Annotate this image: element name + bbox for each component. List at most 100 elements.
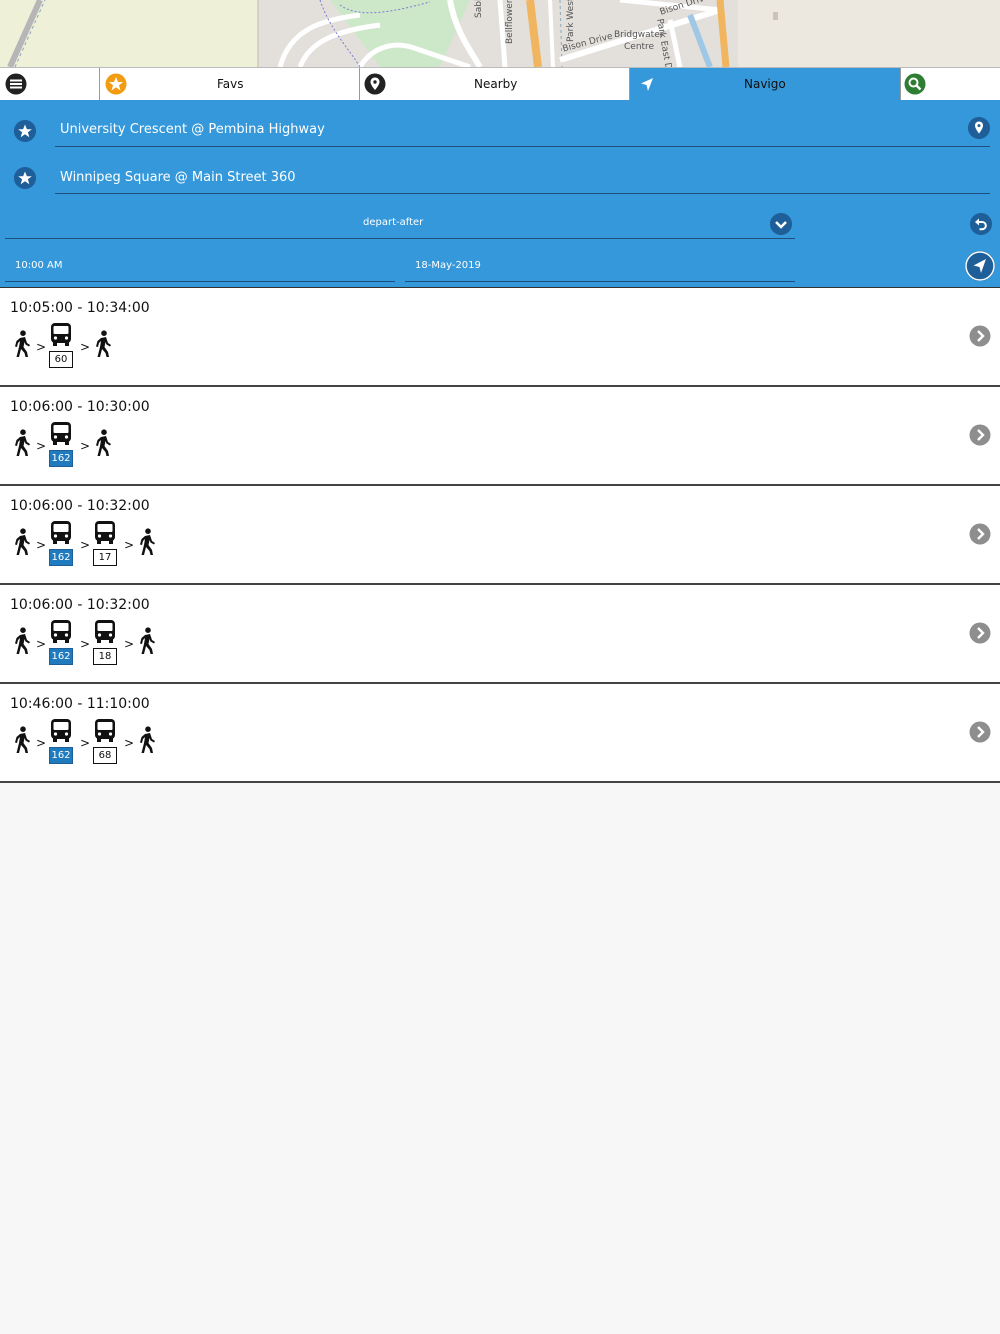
map-label-sable: Sable bbox=[474, 0, 484, 18]
walk-icon bbox=[15, 528, 30, 555]
search-button[interactable] bbox=[901, 68, 1000, 100]
route-number-badge: 162 bbox=[49, 450, 73, 467]
leg-separator: > bbox=[80, 736, 91, 750]
walk-icon bbox=[15, 627, 30, 654]
tab-favs[interactable]: Favs bbox=[100, 68, 360, 100]
leg-separator: > bbox=[36, 637, 47, 651]
chevron-right-icon[interactable] bbox=[969, 325, 991, 347]
trip-result-row[interactable]: 10:06:00 - 10:30:00 >162 > bbox=[0, 387, 1000, 486]
bus-leg: 68 bbox=[93, 718, 119, 768]
walk-icon bbox=[15, 429, 30, 456]
bus-icon bbox=[51, 719, 71, 742]
walk-icon bbox=[15, 726, 30, 753]
trip-results-list: 10:05:00 - 10:34:00 >60 > 10:06:00 - 10:30:… bbox=[0, 288, 1000, 783]
route-number-badge: 17 bbox=[93, 549, 117, 566]
bus-leg: 162 bbox=[49, 520, 75, 570]
chevron-right-icon[interactable] bbox=[969, 622, 991, 644]
date-value: 18-May-2019 bbox=[415, 260, 481, 271]
walk-segment bbox=[137, 520, 159, 570]
bus-icon bbox=[51, 620, 71, 643]
trip-time-range: 10:46:00 - 11:10:00 bbox=[10, 696, 150, 712]
tab-navigo-label: Navigo bbox=[744, 77, 786, 91]
navigation-arrow-icon bbox=[641, 78, 653, 91]
map-label-centre: Centre bbox=[624, 42, 655, 52]
trip-time-range: 10:06:00 - 10:30:00 bbox=[10, 399, 150, 415]
menu-button[interactable] bbox=[0, 68, 100, 100]
walk-icon bbox=[140, 726, 155, 753]
trip-time-range: 10:06:00 - 10:32:00 bbox=[10, 498, 150, 514]
walk-icon bbox=[96, 330, 111, 357]
leg-separator: > bbox=[124, 538, 135, 552]
bus-icon bbox=[51, 521, 71, 544]
walk-icon bbox=[96, 429, 111, 456]
bus-leg: 162 bbox=[49, 619, 75, 669]
reset-undo-icon[interactable] bbox=[970, 213, 992, 235]
leg-separator: > bbox=[36, 538, 47, 552]
bus-icon bbox=[95, 719, 115, 742]
date-field[interactable]: 18-May-2019 bbox=[405, 251, 795, 282]
map-pin-icon[interactable] bbox=[968, 117, 990, 139]
leg-separator: > bbox=[36, 736, 47, 750]
leg-separator: > bbox=[80, 637, 91, 651]
chevron-right-icon[interactable] bbox=[969, 523, 991, 545]
chevron-right-icon[interactable] bbox=[969, 721, 991, 743]
leg-separator: > bbox=[80, 538, 91, 552]
walk-icon bbox=[140, 528, 155, 555]
tab-nearby-label: Nearby bbox=[474, 77, 518, 91]
route-number-badge: 18 bbox=[93, 648, 117, 665]
walk-segment bbox=[12, 520, 34, 570]
tab-navigo[interactable]: Navigo bbox=[630, 68, 901, 100]
map-canvas bbox=[0, 0, 1000, 67]
walk-segment bbox=[93, 322, 115, 372]
trip-result-row[interactable]: 10:06:00 - 10:32:00 >162 >17 > bbox=[0, 486, 1000, 585]
walk-segment bbox=[12, 322, 34, 372]
route-number-badge: 60 bbox=[49, 351, 73, 368]
plan-trip-navigate-icon[interactable] bbox=[965, 251, 995, 281]
time-field[interactable]: 10:00 AM bbox=[5, 251, 395, 282]
bus-icon bbox=[51, 323, 71, 346]
leg-separator: > bbox=[36, 439, 47, 453]
chevron-down-icon[interactable] bbox=[770, 213, 792, 235]
to-stop-field[interactable]: Winnipeg Square @ Main Street 360 bbox=[55, 162, 990, 194]
trip-result-row[interactable]: 10:46:00 - 11:10:00 >162 >68 > bbox=[0, 684, 1000, 783]
bus-icon bbox=[95, 620, 115, 643]
star-icon bbox=[105, 73, 127, 95]
bus-icon bbox=[51, 422, 71, 445]
trip-result-row[interactable]: 10:06:00 - 10:32:00 >162 >18 > bbox=[0, 585, 1000, 684]
walk-segment bbox=[137, 718, 159, 768]
bus-leg: 18 bbox=[93, 619, 119, 669]
to-stop-value: Winnipeg Square @ Main Street 360 bbox=[60, 170, 296, 185]
leg-separator: > bbox=[80, 340, 91, 354]
route-number-badge: 162 bbox=[49, 549, 73, 566]
trip-result-row[interactable]: 10:05:00 - 10:34:00 >60 > bbox=[0, 288, 1000, 387]
time-value: 10:00 AM bbox=[15, 260, 63, 271]
from-stop-field[interactable]: University Crescent @ Pembina Highway bbox=[55, 114, 990, 147]
bus-leg: 162 bbox=[49, 421, 75, 471]
map-label-bellflower: Bellflower Rd bbox=[505, 0, 515, 44]
depart-mode-select[interactable]: depart-after bbox=[5, 210, 795, 239]
walk-segment bbox=[137, 619, 159, 669]
map-label-park-west: Park West D bbox=[566, 0, 576, 42]
leg-separator: > bbox=[124, 637, 135, 651]
trip-planner-panel: University Crescent @ Pembina Highway Wi… bbox=[0, 100, 1000, 288]
leg-separator: > bbox=[80, 439, 91, 453]
tab-bar: Favs Nearby Navigo bbox=[0, 67, 1000, 100]
depart-mode-value: depart-after bbox=[363, 217, 424, 228]
chevron-right-icon[interactable] bbox=[969, 424, 991, 446]
walk-icon bbox=[140, 627, 155, 654]
walk-icon bbox=[15, 330, 30, 357]
route-number-badge: 162 bbox=[49, 648, 73, 665]
to-favorite-star-icon[interactable] bbox=[14, 167, 36, 189]
from-favorite-star-icon[interactable] bbox=[14, 120, 36, 142]
location-pin-icon bbox=[364, 73, 386, 95]
tab-favs-label: Favs bbox=[217, 77, 244, 91]
trip-time-range: 10:06:00 - 10:32:00 bbox=[10, 597, 150, 613]
tab-nearby[interactable]: Nearby bbox=[360, 68, 630, 100]
walk-segment bbox=[12, 421, 34, 471]
map-view[interactable]: Bison Drive Bison Drive Bridgwater Centr… bbox=[0, 0, 1000, 67]
search-icon bbox=[904, 73, 926, 95]
leg-separator: > bbox=[124, 736, 135, 750]
leg-separator: > bbox=[36, 340, 47, 354]
bus-leg: 17 bbox=[93, 520, 119, 570]
bus-leg: 162 bbox=[49, 718, 75, 768]
